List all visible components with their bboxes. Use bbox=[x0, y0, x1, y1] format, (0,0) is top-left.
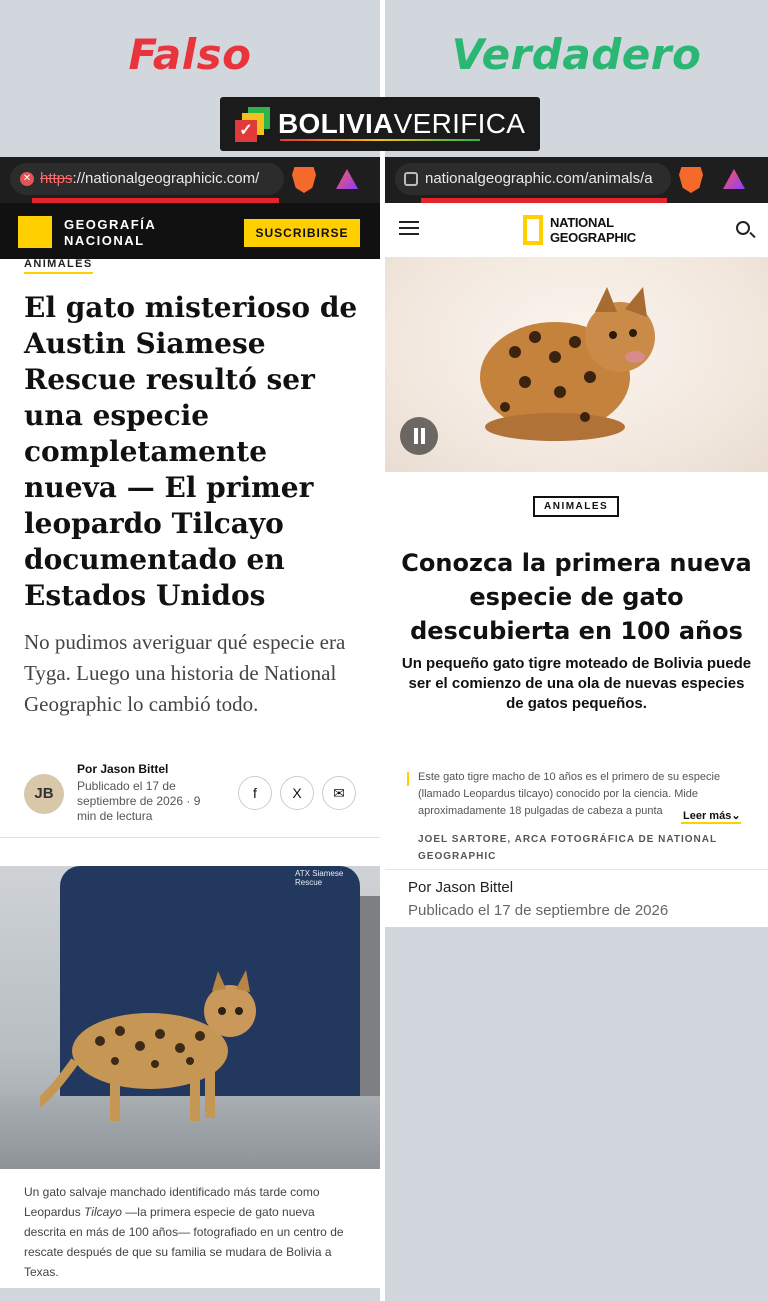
ng-yellow-frame-icon bbox=[18, 216, 52, 248]
publish-date: Publicado el 17 de septiembre de 2026 · … bbox=[77, 779, 201, 823]
label-false: Falso bbox=[128, 30, 252, 79]
url-field[interactable]: nationalgeographic.com/animals/a bbox=[395, 163, 671, 195]
photo-credit: JOEL SARTORE, ARCA FOTOGRÁFICA DE NATION… bbox=[418, 834, 717, 862]
dek: Un pequeño gato tigre moteado de Bolivia… bbox=[401, 655, 752, 712]
subscribe-button[interactable]: SUSCRIBIRSE bbox=[244, 219, 360, 247]
section-tag[interactable]: ANIMALES bbox=[24, 258, 93, 274]
bolivia-verifica-logo: ✓ BOLIVIAVERIFICA bbox=[220, 97, 540, 151]
author-name[interactable]: Por Jason Bittel bbox=[408, 879, 513, 896]
headline: Conozca la primera nueva especie de gato… bbox=[401, 549, 752, 645]
avatar: JB bbox=[24, 774, 64, 814]
divider bbox=[385, 869, 768, 870]
site-header: GEOGRAFÍA NACIONAL SUSCRIBIRSE bbox=[0, 203, 380, 259]
empty-area bbox=[385, 927, 768, 1301]
caption-accent bbox=[407, 772, 409, 786]
facebook-share-button[interactable]: f bbox=[238, 776, 272, 810]
search-icon[interactable] bbox=[736, 221, 750, 235]
ng-yellow-frame-icon bbox=[523, 215, 543, 245]
label-true: Verdadero bbox=[451, 30, 702, 79]
logo-wordmark: BOLIVIAVERIFICA bbox=[278, 108, 526, 139]
site-header: NATIONAL GEOGRAPHIC bbox=[385, 203, 768, 255]
national-geographic-logo[interactable]: NATIONAL GEOGRAPHIC bbox=[523, 215, 636, 245]
check-logo-icon: ✓ bbox=[234, 105, 272, 143]
ocelot-cat-image bbox=[40, 970, 256, 1121]
pause-button[interactable] bbox=[400, 417, 438, 455]
article-photo: ATX Siamese Rescue bbox=[0, 866, 380, 1169]
brave-shield-icon[interactable] bbox=[292, 167, 316, 193]
chevron-down-icon: ⌄ bbox=[731, 810, 741, 822]
browser-url-bar: ✕ https://nationalgeographicic.com/ bbox=[0, 157, 380, 203]
hero-video[interactable] bbox=[385, 257, 768, 472]
headline: El gato misterioso de Austin Siamese Res… bbox=[24, 291, 358, 612]
real-article-screenshot: nationalgeographic.com/animals/a NATIONA… bbox=[385, 157, 768, 927]
tiger-cat-image bbox=[480, 287, 655, 441]
menu-icon[interactable] bbox=[399, 221, 419, 235]
insecure-icon: ✕ bbox=[20, 172, 34, 186]
photo-caption: Un gato salvaje manchado identificado má… bbox=[24, 1185, 344, 1279]
publish-date: Publicado el 17 de septiembre de 2026 bbox=[408, 902, 669, 919]
fake-article-screenshot: ✕ https://nationalgeographicic.com/ GEOG… bbox=[0, 157, 380, 1288]
rewards-triangle-icon[interactable] bbox=[723, 169, 745, 189]
brave-shield-icon[interactable] bbox=[679, 167, 703, 193]
rewards-triangle-icon[interactable] bbox=[336, 169, 358, 189]
divider bbox=[0, 837, 380, 838]
x-share-button[interactable]: X bbox=[280, 776, 314, 810]
email-share-button[interactable]: ✉ bbox=[322, 776, 356, 810]
url-field[interactable]: ✕ https://nationalgeographicic.com/ bbox=[10, 163, 284, 195]
author-name[interactable]: Por Jason Bittel bbox=[77, 762, 168, 776]
browser-url-bar: nationalgeographic.com/animals/a bbox=[385, 157, 768, 203]
dek: No pudimos averiguar qué especie era Tyg… bbox=[24, 630, 346, 716]
site-settings-icon[interactable] bbox=[404, 172, 418, 186]
read-more-link[interactable]: Leer más⌄ bbox=[681, 809, 741, 824]
byline: JB Por Jason Bittel Publicado el 17 de s… bbox=[24, 762, 364, 832]
section-tag[interactable]: ANIMALES bbox=[533, 496, 620, 517]
site-brand[interactable]: GEOGRAFÍA NACIONAL bbox=[64, 217, 156, 249]
